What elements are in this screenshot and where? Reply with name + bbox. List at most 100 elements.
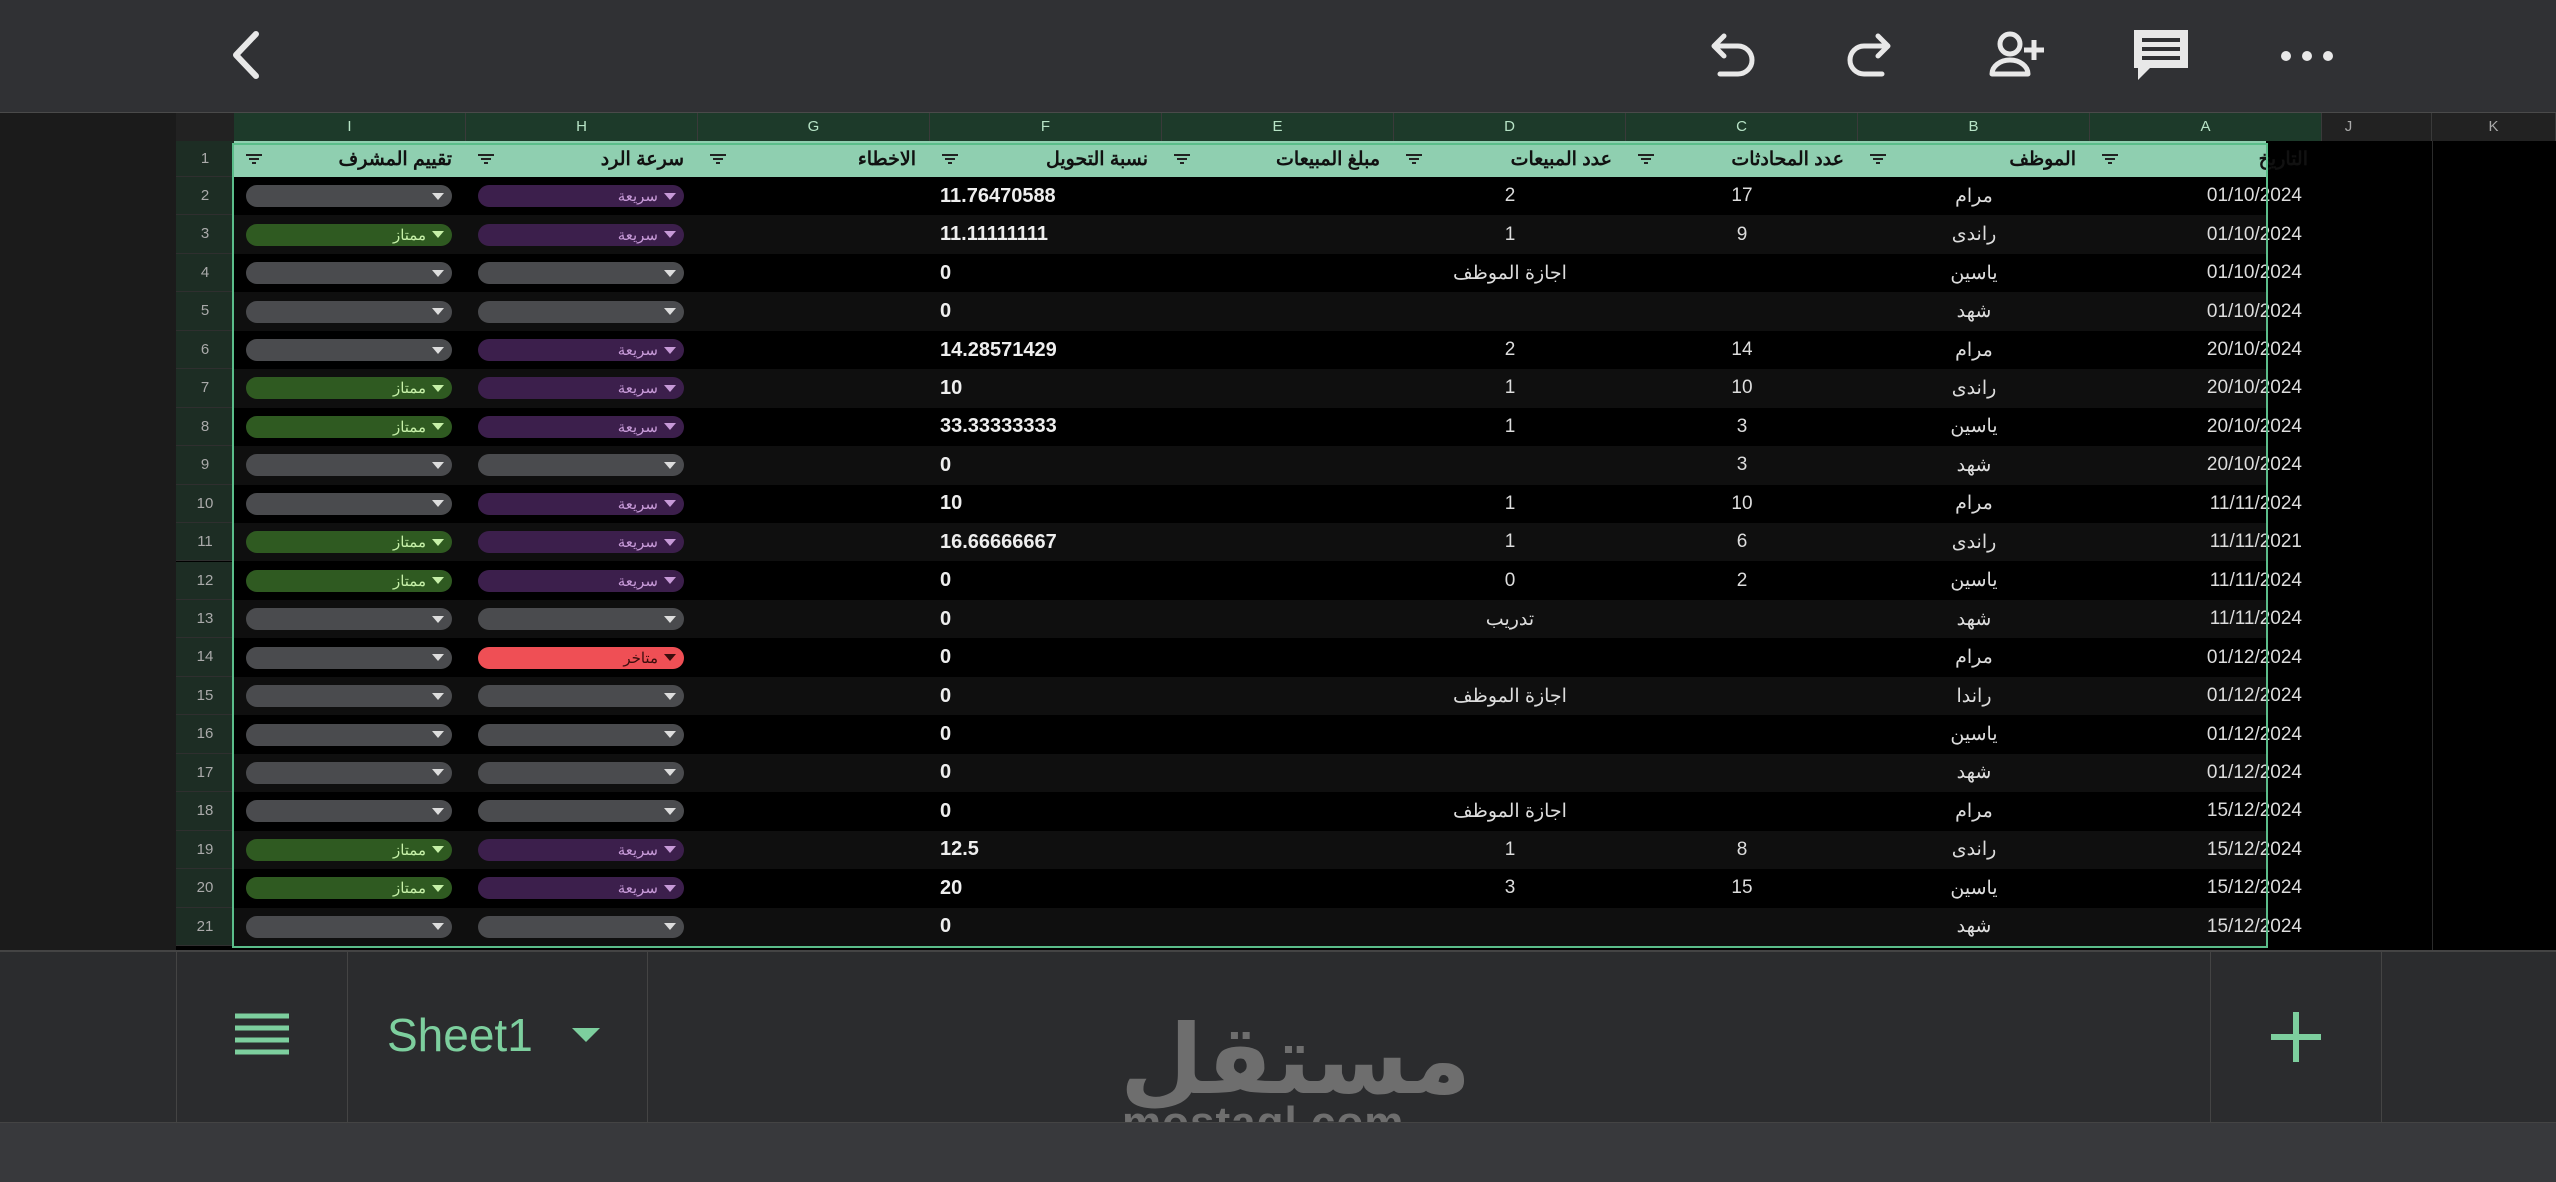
rating-dropdown-chip[interactable] — [246, 800, 452, 823]
cell-employee[interactable]: مرام — [1858, 485, 2090, 523]
sheet-tab[interactable]: Sheet1 — [347, 952, 648, 1122]
rating-dropdown-chip[interactable] — [246, 300, 452, 323]
speed-dropdown-chip[interactable]: سريعة — [478, 877, 684, 900]
row-number[interactable]: 21 — [176, 907, 234, 946]
cell-amount[interactable] — [1162, 638, 1394, 676]
speed-dropdown-chip[interactable]: سريعة — [478, 415, 684, 438]
cell-rating[interactable]: ممتاز — [234, 562, 466, 600]
cell-rating[interactable] — [234, 331, 466, 369]
cell-sales[interactable] — [1394, 715, 1626, 753]
filter-icon[interactable] — [708, 141, 728, 177]
cell-errors[interactable] — [698, 215, 930, 253]
filter-icon[interactable] — [1636, 141, 1656, 177]
cell-sales[interactable]: تدريب — [1394, 600, 1626, 638]
cell-errors[interactable] — [698, 562, 930, 600]
speed-dropdown-chip[interactable]: سريعة — [478, 339, 684, 362]
rating-dropdown-chip[interactable]: ممتاز — [246, 877, 452, 900]
row-number[interactable]: 2 — [176, 177, 234, 216]
cell-rate[interactable]: 0 — [930, 715, 1162, 753]
rating-dropdown-chip[interactable] — [246, 915, 452, 938]
rating-dropdown-chip[interactable]: ممتاز — [246, 531, 452, 554]
cell-sales[interactable]: 1 — [1394, 408, 1626, 446]
cell-rate[interactable]: 20 — [930, 869, 1162, 907]
speed-dropdown-chip[interactable] — [478, 685, 684, 708]
cell-rate[interactable]: 0 — [930, 677, 1162, 715]
cell-chats[interactable]: 8 — [1626, 831, 1858, 869]
cell-chats[interactable]: 9 — [1626, 215, 1858, 253]
cell-rating[interactable] — [234, 600, 466, 638]
row-number[interactable]: 10 — [176, 484, 234, 524]
speed-dropdown-chip[interactable]: سريعة — [478, 185, 684, 208]
add-sheet-button[interactable] — [2210, 952, 2382, 1122]
header-cell-rating[interactable]: تقييم المشرف — [234, 141, 466, 177]
cell-date[interactable]: 15/12/2024 — [2090, 831, 2322, 869]
cell-speed[interactable]: سريعة — [466, 485, 698, 523]
filter-icon[interactable] — [2100, 141, 2120, 177]
cell-chats[interactable]: 3 — [1626, 446, 1858, 484]
cell-sales[interactable]: 1 — [1394, 369, 1626, 407]
cell-rate[interactable]: 0 — [930, 254, 1162, 292]
speed-dropdown-chip[interactable] — [478, 915, 684, 938]
cell-date[interactable]: 01/12/2024 — [2090, 677, 2322, 715]
cell-errors[interactable] — [698, 408, 930, 446]
row-number[interactable]: 19 — [176, 830, 234, 870]
cell-sales[interactable]: اجازة الموظف — [1394, 254, 1626, 292]
speed-dropdown-chip[interactable] — [478, 761, 684, 784]
cell-rating[interactable] — [234, 677, 466, 715]
cell-rate[interactable]: 0 — [930, 562, 1162, 600]
cell-employee[interactable]: راندى — [1858, 215, 2090, 253]
cell-employee[interactable]: شهد — [1858, 600, 2090, 638]
row-number[interactable]: 5 — [176, 292, 234, 331]
filter-icon[interactable] — [476, 141, 496, 177]
cell-employee[interactable]: شهد — [1858, 754, 2090, 792]
header-cell-date[interactable]: التاريخ — [2090, 141, 2322, 177]
cell-date[interactable]: 01/10/2024 — [2090, 177, 2322, 215]
undo-icon[interactable] — [1696, 22, 1762, 88]
cell-rate[interactable]: 0 — [930, 638, 1162, 676]
cell-date[interactable]: 11/11/2021 — [2090, 523, 2322, 561]
cell-sales[interactable] — [1394, 908, 1626, 946]
cell-date[interactable]: 01/10/2024 — [2090, 254, 2322, 292]
cell-employee[interactable]: مرام — [1858, 638, 2090, 676]
row-number[interactable]: 15 — [176, 676, 234, 716]
speed-dropdown-chip[interactable] — [478, 608, 684, 631]
cell-date[interactable]: 20/10/2024 — [2090, 331, 2322, 369]
cell-chats[interactable]: 6 — [1626, 523, 1858, 561]
cell-sales[interactable] — [1394, 638, 1626, 676]
row-number[interactable]: 18 — [176, 792, 234, 831]
cell-chats[interactable] — [1626, 292, 1858, 330]
cell-employee[interactable]: شهد — [1858, 446, 2090, 484]
row-number[interactable]: 4 — [176, 253, 234, 293]
row-number[interactable]: 8 — [176, 407, 234, 447]
cell-errors[interactable] — [698, 369, 930, 407]
cell-employee[interactable]: ياسين — [1858, 562, 2090, 600]
rating-dropdown-chip[interactable] — [246, 608, 452, 631]
cell-errors[interactable] — [698, 831, 930, 869]
cell-chats[interactable] — [1626, 600, 1858, 638]
cell-speed[interactable]: متاخر — [466, 638, 698, 676]
cell-rating[interactable] — [234, 446, 466, 484]
rating-dropdown-chip[interactable] — [246, 185, 452, 208]
cell-rating[interactable] — [234, 254, 466, 292]
cell-speed[interactable] — [466, 908, 698, 946]
cell-speed[interactable]: سريعة — [466, 177, 698, 215]
cell-sales[interactable] — [1394, 292, 1626, 330]
rating-dropdown-chip[interactable]: ممتاز — [246, 569, 452, 592]
cell-speed[interactable]: سريعة — [466, 562, 698, 600]
cell-date[interactable]: 01/10/2024 — [2090, 215, 2322, 253]
cell-chats[interactable]: 15 — [1626, 869, 1858, 907]
cell-sales[interactable]: 1 — [1394, 523, 1626, 561]
cell-sales[interactable]: 1 — [1394, 215, 1626, 253]
rating-dropdown-chip[interactable] — [246, 723, 452, 746]
column-letter-i[interactable]: I — [234, 113, 466, 141]
cell-rate[interactable]: 0 — [930, 908, 1162, 946]
rating-dropdown-chip[interactable] — [246, 646, 452, 669]
row-number[interactable]: 3 — [176, 215, 234, 254]
cell-date[interactable]: 20/10/2024 — [2090, 408, 2322, 446]
cell-rating[interactable] — [234, 292, 466, 330]
rating-dropdown-chip[interactable] — [246, 685, 452, 708]
cell-amount[interactable] — [1162, 677, 1394, 715]
cell-sales[interactable] — [1394, 446, 1626, 484]
header-cell-rate[interactable]: نسبة التحويل — [930, 141, 1162, 177]
cell-employee[interactable]: راندا — [1858, 677, 2090, 715]
